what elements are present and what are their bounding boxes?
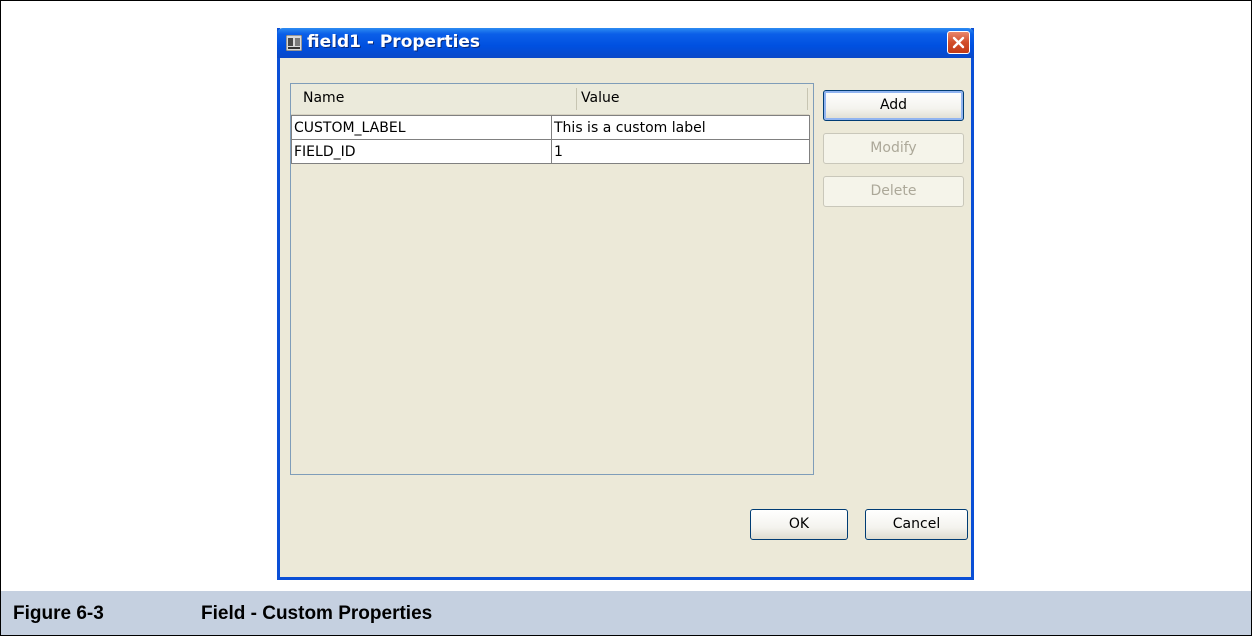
column-header-value[interactable]: Value xyxy=(581,84,619,114)
figure-caption: Figure 6-3 Field - Custom Properties xyxy=(0,591,1252,636)
modify-button[interactable]: Modify xyxy=(823,133,964,164)
cell-name[interactable]: FIELD_ID xyxy=(291,139,552,164)
close-button[interactable] xyxy=(947,31,970,54)
cell-value[interactable]: This is a custom label xyxy=(551,115,810,140)
close-icon xyxy=(952,36,965,49)
column-separator xyxy=(807,88,808,110)
figure-frame: field1 - Properties Name Value CUSTOM_LA… xyxy=(0,0,1252,592)
cell-name[interactable]: CUSTOM_LABEL xyxy=(291,115,552,140)
table-header: Name Value xyxy=(291,84,809,115)
ok-button[interactable]: OK xyxy=(750,509,848,540)
cancel-button[interactable]: Cancel xyxy=(865,509,968,540)
table-row[interactable]: FIELD_ID 1 xyxy=(291,139,810,164)
dialog-title: field1 - Properties xyxy=(307,32,481,52)
figure-number: Figure 6-3 xyxy=(13,603,104,624)
add-button[interactable]: Add xyxy=(823,90,964,121)
column-header-name[interactable]: Name xyxy=(303,84,344,114)
delete-button[interactable]: Delete xyxy=(823,176,964,207)
title-bar[interactable]: field1 - Properties xyxy=(277,28,974,58)
cell-value[interactable]: 1 xyxy=(551,139,810,164)
column-separator[interactable] xyxy=(576,88,577,110)
app-icon xyxy=(285,34,303,52)
properties-table[interactable]: Name Value CUSTOM_LABEL This is a custom… xyxy=(290,83,814,475)
figure-title: Field - Custom Properties xyxy=(201,603,433,624)
table-row[interactable]: CUSTOM_LABEL This is a custom label xyxy=(291,115,810,140)
properties-dialog: field1 - Properties Name Value CUSTOM_LA… xyxy=(277,28,974,580)
